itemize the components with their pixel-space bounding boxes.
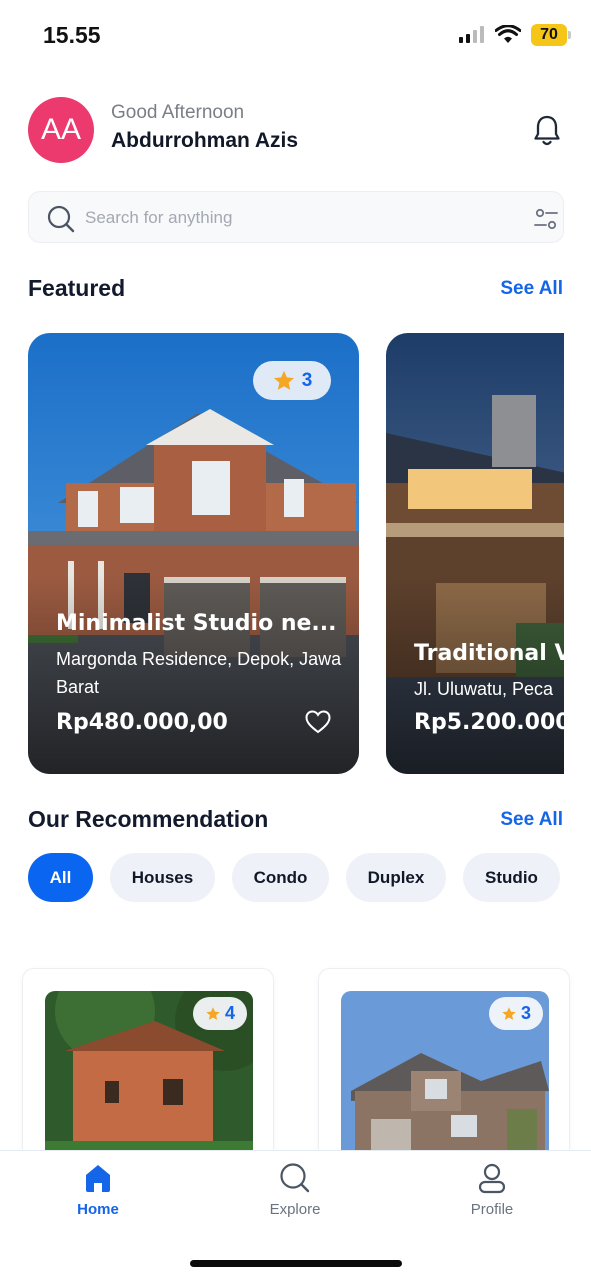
property-photo: 3 xyxy=(341,991,549,1161)
search-icon xyxy=(280,1163,310,1193)
star-icon xyxy=(273,370,294,390)
recommendation-heading: Our Recommendation xyxy=(28,806,269,832)
rating-badge: 4 xyxy=(192,997,247,1030)
home-icon xyxy=(86,1165,110,1192)
wifi-icon xyxy=(495,25,521,43)
recommendation-card[interactable]: 4 xyxy=(22,968,274,1168)
filter-chip-houses[interactable]: Houses xyxy=(110,853,215,902)
search-input[interactable] xyxy=(85,202,505,234)
status-icons: 70 xyxy=(459,24,571,46)
battery-indicator: 70 xyxy=(531,24,571,46)
notification-bell-icon[interactable] xyxy=(531,113,563,149)
avatar[interactable]: AA xyxy=(28,97,94,163)
filter-chip-all[interactable]: All xyxy=(28,853,93,902)
greeting-text: Good Afternoon xyxy=(111,102,245,123)
recommendation-see-all-link[interactable]: See All xyxy=(500,809,563,831)
avatar-initials: AA xyxy=(40,113,82,146)
home-indicator xyxy=(190,1260,402,1267)
featured-heading: Featured xyxy=(28,275,126,301)
filter-sliders-icon[interactable] xyxy=(533,206,559,232)
filter-chip-condo[interactable]: Condo xyxy=(232,853,329,902)
rating-value: 3 xyxy=(520,1003,531,1023)
star-icon xyxy=(502,1006,516,1020)
user-name: Abdurrohman Azis xyxy=(111,129,299,152)
card-overlay xyxy=(386,574,564,774)
heart-icon[interactable] xyxy=(305,710,331,734)
category-filter-chips: All Houses Condo Duplex Studio xyxy=(28,853,560,903)
rating-badge: 3 xyxy=(253,361,331,400)
nav-home-label: Home xyxy=(77,1201,119,1218)
nav-profile-label: Profile xyxy=(470,1201,514,1218)
featured-carousel[interactable]: 3 Minimalist Studio ne... Margonda Resid… xyxy=(28,333,564,775)
property-title: Minimalist Studio ne... xyxy=(56,611,337,636)
nav-profile[interactable]: Profile xyxy=(442,1161,542,1218)
property-address: Margonda Residence, Depok, Jawa Barat xyxy=(56,649,342,697)
filter-chip-duplex[interactable]: Duplex xyxy=(346,853,446,902)
rating-badge: 3 xyxy=(488,997,543,1030)
star-icon xyxy=(206,1006,220,1020)
property-photo: 4 xyxy=(45,991,253,1161)
nav-home[interactable]: Home xyxy=(48,1161,148,1218)
property-price: Rp5.200.000 xyxy=(414,710,564,735)
cellular-signal-icon xyxy=(459,26,484,43)
featured-card[interactable]: 3 Minimalist Studio ne... Margonda Resid… xyxy=(28,333,359,774)
nav-explore-label: Explore xyxy=(269,1201,321,1218)
featured-see-all-link[interactable]: See All xyxy=(500,278,563,300)
search-icon xyxy=(47,205,75,233)
search-bar xyxy=(28,191,564,243)
rating-value: 4 xyxy=(224,1003,235,1023)
property-title: Traditional V xyxy=(414,641,564,666)
battery-level: 70 xyxy=(540,26,558,43)
property-price: Rp480.000,00 xyxy=(56,710,228,735)
filter-chip-studio[interactable]: Studio xyxy=(463,853,560,902)
rating-value: 3 xyxy=(301,369,313,391)
property-address: Jl. Uluwatu, Peca xyxy=(414,679,554,699)
profile-icon xyxy=(478,1163,506,1194)
recommendation-card[interactable]: 3 xyxy=(318,968,570,1168)
featured-card[interactable]: Traditional V Jl. Uluwatu, Peca Rp5.200.… xyxy=(386,333,564,774)
nav-explore[interactable]: Explore xyxy=(245,1161,345,1218)
status-time: 15.55 xyxy=(43,22,101,48)
